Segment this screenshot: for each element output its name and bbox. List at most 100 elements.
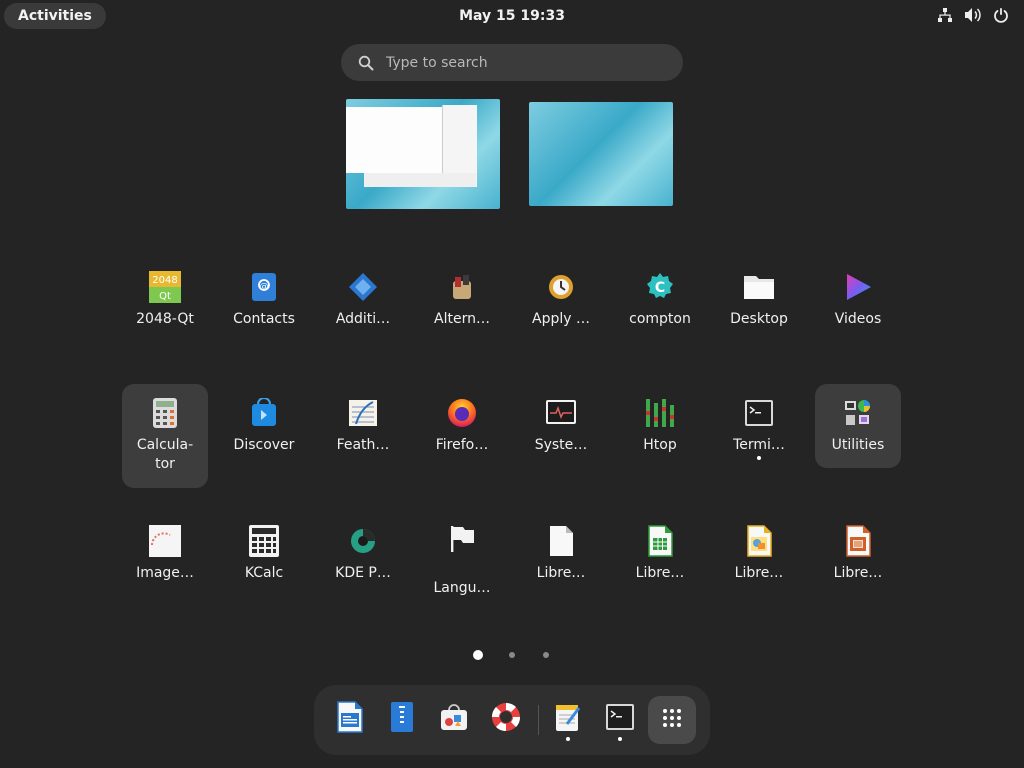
app-tile[interactable]: KCalc: [221, 512, 307, 596]
page-dot[interactable]: [543, 652, 549, 658]
app-tile[interactable]: @ Contacts: [221, 258, 307, 342]
firefox-icon: [445, 396, 479, 430]
app-label: Syste…: [534, 437, 588, 453]
system-tray[interactable]: [936, 6, 1010, 24]
libreoffice-draw-icon: [742, 524, 776, 558]
dock-separator: [538, 705, 539, 735]
app-tile[interactable]: 2048 Qt 2048-Qt: [122, 258, 208, 342]
running-indicator: [757, 456, 761, 460]
app-label: Libre…: [734, 565, 784, 581]
dock-item[interactable]: [434, 699, 474, 739]
svg-text:C: C: [655, 280, 665, 296]
window-thumbnail: [346, 107, 442, 173]
app-tile[interactable]: Libre…: [518, 512, 604, 596]
alternatives-icon: [445, 270, 479, 304]
libreoffice-icon: [544, 524, 578, 558]
language-flag-icon: [445, 524, 479, 554]
workspace-thumbnail-2[interactable]: [529, 102, 673, 206]
dash-dock: [314, 685, 710, 755]
app-tile[interactable]: Libre…: [716, 512, 802, 596]
terminal-icon: [742, 396, 776, 430]
dock-item[interactable]: [600, 699, 640, 739]
top-bar: Activities May 15 19:33: [0, 0, 1024, 32]
app-tile-selected[interactable]: Calcula- tor: [122, 384, 208, 488]
app-tile[interactable]: Htop: [617, 384, 703, 468]
app-label: 2048-Qt: [136, 311, 194, 327]
search-bar[interactable]: [341, 44, 683, 81]
libreoffice-impress-icon: [841, 524, 875, 558]
window-thumbnail: [364, 173, 476, 187]
app-tile[interactable]: Desktop: [716, 258, 802, 342]
app-tile[interactable]: Altern…: [419, 258, 505, 342]
app-label: Termi…: [733, 437, 785, 453]
dock-item[interactable]: [382, 699, 422, 739]
workspace-thumbnail-1[interactable]: [346, 99, 500, 209]
utilities-folder-icon: [841, 396, 875, 430]
app-label: Desktop: [730, 311, 788, 327]
app-label: KDE P…: [335, 565, 391, 581]
app-tile[interactable]: Image…: [122, 512, 208, 596]
libreoffice-writer-icon: [336, 701, 364, 737]
page-dot[interactable]: [509, 652, 515, 658]
app-label: Altern…: [434, 311, 490, 327]
app-label: Feath…: [336, 437, 390, 453]
help-icon: [490, 701, 522, 737]
search-icon: [358, 55, 374, 71]
app-tile[interactable]: Termi…: [716, 384, 802, 468]
app-folder-selected[interactable]: Utilities: [815, 384, 901, 468]
app-label: compton: [629, 311, 691, 327]
app-label: Htop: [643, 437, 677, 453]
dock-item[interactable]: [486, 699, 526, 739]
clock[interactable]: May 15 19:33: [459, 8, 565, 24]
app-label: Videos: [834, 311, 882, 327]
app-tile[interactable]: Videos: [815, 258, 901, 342]
app-label: Libre…: [833, 565, 883, 581]
contacts-icon: @: [247, 270, 281, 304]
apply-icon: [544, 270, 578, 304]
app-tile[interactable]: Libre…: [815, 512, 901, 596]
terminal-icon: [606, 704, 634, 734]
svg-text:@: @: [260, 282, 269, 292]
svg-text:2048: 2048: [152, 275, 177, 286]
app-tile[interactable]: Discover: [221, 384, 307, 468]
software-store-icon: [439, 702, 469, 736]
app-label: Libre…: [536, 565, 586, 581]
feather-icon: [346, 396, 380, 430]
calculator-icon: [148, 396, 182, 430]
app-tile[interactable]: Syste…: [518, 384, 604, 468]
app-tile[interactable]: Firefo…: [419, 384, 505, 468]
volume-icon[interactable]: [964, 6, 982, 24]
search-input[interactable]: [384, 53, 648, 72]
app-tile[interactable]: Libre…: [617, 512, 703, 596]
folder-icon: [742, 270, 776, 304]
libreoffice-calc-icon: [643, 524, 677, 558]
app-tile[interactable]: Additi…: [320, 258, 406, 342]
activities-button[interactable]: Activities: [4, 3, 106, 29]
dock-item[interactable]: [330, 699, 370, 739]
app-label: Additi…: [335, 311, 391, 327]
app-label: Discover: [233, 437, 295, 453]
app-tile[interactable]: C compton: [617, 258, 703, 342]
app-label: Calcula- tor: [136, 437, 194, 472]
network-wired-icon[interactable]: [936, 6, 954, 24]
app-tile[interactable]: Apply …: [518, 258, 604, 342]
app-label: KCalc: [244, 565, 284, 581]
image-viewer-icon: [148, 524, 182, 558]
app-tile[interactable]: KDE P…: [320, 512, 406, 596]
dock-item[interactable]: [548, 699, 588, 739]
app-label: Apply …: [532, 311, 590, 327]
running-indicator: [566, 737, 570, 741]
app-label: Contacts: [233, 311, 295, 327]
app-label: Image…: [136, 565, 194, 581]
show-apps-button[interactable]: [648, 696, 696, 744]
app-tile[interactable]: Langu…: [419, 512, 505, 596]
additional-drivers-icon: [346, 270, 380, 304]
power-icon[interactable]: [992, 6, 1010, 24]
page-indicator: [0, 650, 1024, 662]
text-editor-icon: [554, 702, 582, 736]
kcalc-icon: [247, 524, 281, 558]
app-tile[interactable]: Feath…: [320, 384, 406, 468]
page-dot-active[interactable]: [473, 650, 483, 660]
show-apps-icon: [662, 708, 682, 732]
app-label: Libre…: [635, 565, 685, 581]
